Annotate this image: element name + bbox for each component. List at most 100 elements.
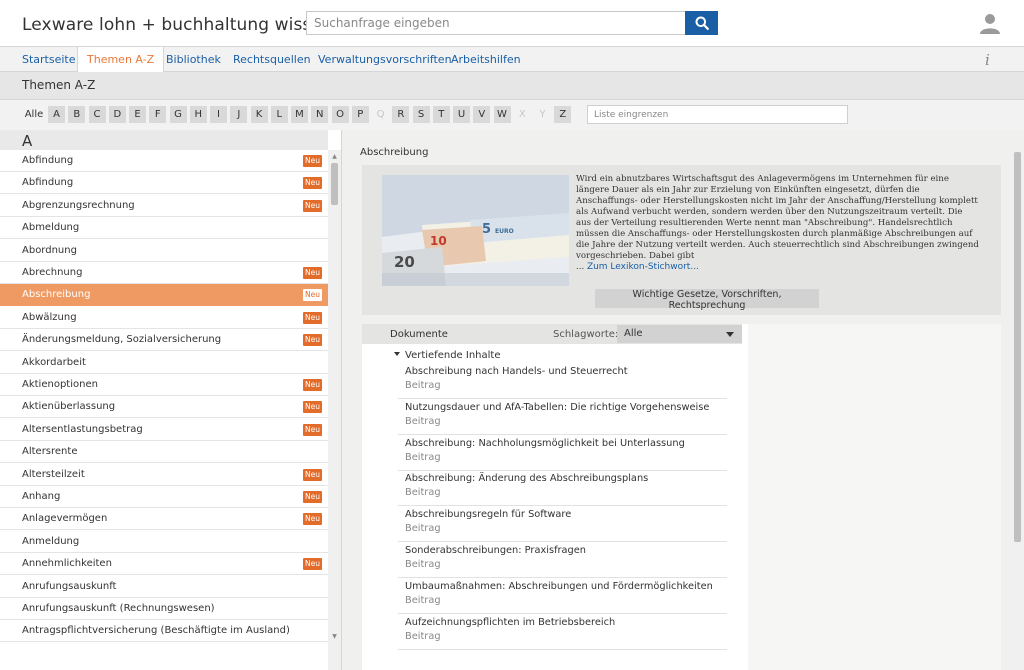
- list-item[interactable]: Änderungsmeldung, Sozialversicherung Neu: [0, 329, 328, 352]
- scroll-up-arrow[interactable]: ▲: [328, 152, 341, 161]
- letter-m[interactable]: M: [291, 106, 308, 123]
- document-title[interactable]: Sonderabschreibungen: Praxisfragen: [405, 545, 586, 556]
- search-button[interactable]: [685, 11, 718, 35]
- list-item[interactable]: Altersentlastungsbetrag Neu: [0, 419, 328, 441]
- document-item[interactable]: Abschreibungsregeln für Software Beitrag: [398, 506, 727, 543]
- document-title[interactable]: Abschreibung: Nachholungsmöglichkeit bei…: [405, 438, 685, 449]
- letter-b[interactable]: B: [68, 106, 86, 123]
- letter-n[interactable]: N: [311, 106, 329, 123]
- letter-r[interactable]: R: [392, 106, 410, 123]
- list-item-label: Aktienüberlassung: [22, 401, 116, 413]
- letter-s[interactable]: S: [412, 106, 430, 123]
- list-item[interactable]: Antragspflichtversicherung (Beschäftigte…: [0, 620, 328, 643]
- list-item-label: Anmeldung: [22, 535, 80, 547]
- document-type: Beitrag: [405, 415, 441, 427]
- app-title[interactable]: Lexware lohn + buchhaltung wissen: [22, 15, 333, 35]
- content-title: Abschreibung: [360, 147, 429, 158]
- lexikon-link[interactable]: Zum Lexikon-Stichwort...: [587, 262, 699, 272]
- list-item[interactable]: Abschreibung Neu: [0, 284, 328, 307]
- laws-button[interactable]: Wichtige Gesetze, Vorschriften, Rechtspr…: [595, 289, 819, 311]
- document-title[interactable]: Abschreibung: Änderung des Abschreibungs…: [405, 473, 648, 484]
- list-item[interactable]: Abrechnung Neu: [0, 262, 328, 284]
- letter-e[interactable]: E: [129, 106, 146, 123]
- list-item-label: Abschreibung: [22, 289, 91, 301]
- user-icon[interactable]: [979, 12, 1001, 34]
- info-icon[interactable]: i: [985, 51, 990, 69]
- tags-label: Schlagworte:: [553, 329, 619, 340]
- tab-arbeitshilfen[interactable]: Arbeitshilfen: [451, 47, 521, 72]
- document-item[interactable]: Sonderabschreibungen: Praxisfragen Beitra…: [398, 542, 727, 578]
- list-item[interactable]: Abmeldung: [0, 217, 328, 240]
- tab-themen-a-z[interactable]: Themen A-Z: [77, 47, 165, 73]
- document-item[interactable]: Abschreibung: Änderung des Abschreibungs…: [398, 470, 727, 507]
- document-title[interactable]: Nutzungsdauer und AfA-Tabellen: Die rich…: [405, 402, 709, 413]
- document-item[interactable]: Umbaumaßnahmen: Abschreibungen und Förde…: [398, 578, 727, 614]
- tab-bibliothek[interactable]: Bibliothek: [166, 47, 221, 72]
- list-item[interactable]: Anrufungsauskunft: [0, 576, 328, 598]
- list-item[interactable]: Anlagevermögen Neu: [0, 508, 328, 531]
- document-type: Beitrag: [405, 380, 441, 391]
- letter-v[interactable]: V: [473, 106, 491, 123]
- letter-g[interactable]: G: [169, 106, 187, 123]
- document-item[interactable]: Aufzeichnungspflichten im Betriebsbereic…: [398, 614, 727, 650]
- group-vertiefende-inhalte[interactable]: Vertiefende Inhalte: [394, 350, 500, 361]
- letter-o[interactable]: O: [331, 106, 349, 123]
- document-title[interactable]: Umbaumaßnahmen: Abschreibungen und Förde…: [405, 581, 713, 592]
- letter-t[interactable]: T: [432, 106, 450, 123]
- letter-k[interactable]: K: [250, 106, 268, 123]
- list-item[interactable]: Akkordarbeit: [0, 352, 328, 374]
- document-title[interactable]: Abschreibung nach Handels- und Steuerrec…: [405, 366, 628, 377]
- document-title[interactable]: Aufzeichnungspflichten im Betriebsbereic…: [405, 617, 615, 628]
- document-item[interactable]: Nutzungsdauer und AfA-Tabellen: Die rich…: [398, 399, 727, 435]
- letter-j[interactable]: J: [230, 106, 248, 123]
- list-item[interactable]: Abordnung: [0, 240, 328, 262]
- tab-rechtsquellen[interactable]: Rechtsquellen: [233, 47, 311, 72]
- document-item[interactable]: Abschreibung nach Handels- und Steuerrec…: [398, 363, 727, 399]
- list-item[interactable]: Abgrenzungsrechnung Neu: [0, 195, 328, 217]
- list-item-label: Anhang: [22, 491, 61, 502]
- letter-c[interactable]: C: [88, 106, 106, 123]
- bill-ten-label: 10: [430, 234, 447, 248]
- list-item[interactable]: Abfindung Neu: [0, 172, 328, 195]
- letter-p[interactable]: P: [351, 106, 369, 123]
- letter-w[interactable]: W: [493, 106, 511, 123]
- list-item[interactable]: Aktienoptionen Neu: [0, 374, 328, 396]
- scroll-down-arrow[interactable]: ▼: [328, 632, 341, 641]
- list-item-label: Annehmlichkeiten: [22, 558, 112, 570]
- list-item[interactable]: Altersteilzeit Neu: [0, 464, 328, 486]
- list-item[interactable]: Anrufungsauskunft (Rechnungswesen): [0, 598, 328, 620]
- letter-i[interactable]: I: [210, 106, 227, 123]
- list-item[interactable]: Abwälzung Neu: [0, 307, 328, 329]
- list-item[interactable]: Aktienüberlassung Neu: [0, 396, 328, 419]
- tab-startseite[interactable]: Startseite: [22, 47, 76, 72]
- document-type: Beitrag: [405, 594, 441, 606]
- letter-all[interactable]: Alle: [24, 106, 44, 123]
- list-item[interactable]: Annehmlichkeiten Neu: [0, 553, 328, 576]
- letter-h[interactable]: H: [189, 106, 207, 123]
- new-badge: Neu: [303, 334, 322, 347]
- letter-a[interactable]: A: [48, 106, 65, 123]
- document-item[interactable]: Abschreibung: Nachholungsmöglichkeit bei…: [398, 435, 727, 471]
- list-item[interactable]: Altersrente: [0, 441, 328, 464]
- list-filter-input[interactable]: [587, 105, 848, 124]
- document-title[interactable]: Abschreibungsregeln für Software: [405, 509, 571, 520]
- letter-z[interactable]: Z: [554, 106, 572, 123]
- list-scrollbar[interactable]: ▲ ▼: [328, 150, 341, 670]
- tags-select[interactable]: Alle: [617, 325, 742, 343]
- new-badge: Neu: [303, 289, 322, 302]
- tab-verwaltungsvorschriften[interactable]: Verwaltungsvorschriften: [318, 47, 452, 72]
- list-item[interactable]: Abfindung Neu: [0, 150, 328, 172]
- list-scroll-thumb[interactable]: [331, 163, 338, 205]
- search-input[interactable]: [306, 11, 686, 35]
- content-scroll-thumb[interactable]: [1014, 152, 1021, 542]
- letter-d[interactable]: D: [108, 106, 126, 123]
- bill-five-label: 5: [482, 222, 491, 237]
- list-item[interactable]: Anmeldung: [0, 531, 328, 553]
- letter-f[interactable]: F: [149, 106, 167, 123]
- content-scrollbar[interactable]: [1012, 152, 1023, 670]
- list-item[interactable]: Anhang Neu: [0, 486, 328, 508]
- new-badge: Neu: [303, 311, 322, 324]
- list-item-label: Abmeldung: [22, 222, 80, 234]
- letter-l[interactable]: L: [270, 106, 288, 123]
- letter-u[interactable]: U: [453, 106, 470, 123]
